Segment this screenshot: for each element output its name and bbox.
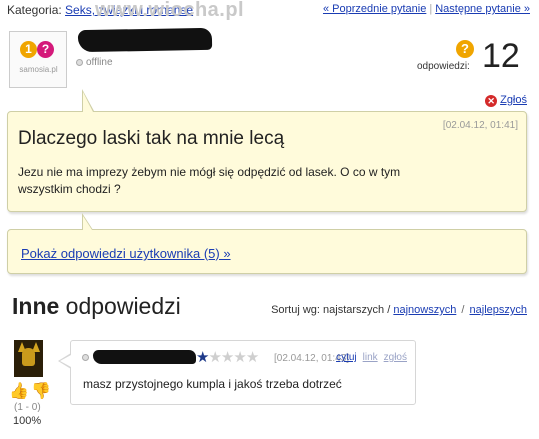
star-icon[interactable]: ★ <box>233 349 246 366</box>
star-icon[interactable]: ★ <box>246 349 259 366</box>
star-icon[interactable]: ★ <box>208 349 221 366</box>
answer-text: masz przystojnego kumpla i jakoś trzeba … <box>83 377 342 391</box>
report-answer-link[interactable]: zgłoś <box>384 352 407 363</box>
other-answers-heading: Inne odpowiedzi <box>12 293 181 320</box>
star-icon[interactable]: ★ <box>221 349 234 366</box>
cite-link[interactable]: cytuj <box>336 352 357 363</box>
report-icon: ✕ <box>485 95 498 107</box>
sort-best-link[interactable]: najlepszych <box>470 304 527 316</box>
nav-separator: | <box>429 3 433 15</box>
status-label: offline <box>86 57 113 68</box>
sort-label: Sortuj wg: najstarszych / <box>271 304 391 316</box>
star-icon[interactable]: ★ <box>196 349 209 366</box>
prev-question-link[interactable]: « Poprzednie pytanie <box>323 3 426 15</box>
vote-percent: 100% <box>13 415 42 427</box>
answer-tail-fill <box>60 355 71 367</box>
user-answers-box: Pokaż odpowiedzi użytkownika (5) » <box>7 229 527 274</box>
status-dot-icon <box>76 59 83 66</box>
answerer-avatar[interactable] <box>14 340 43 377</box>
redacted-username <box>77 27 213 53</box>
category-label: Kategoria: <box>7 3 62 17</box>
sort-bar: Sortuj wg: najstarszych / najnowszych / … <box>271 304 527 316</box>
vote-tally: (1 - 0) <box>14 402 41 413</box>
answers-count: 12 <box>482 37 520 75</box>
user-status: offline <box>76 57 113 68</box>
asker-avatar[interactable]: 1 ? samosia.pl <box>9 31 67 88</box>
question-nav: « Poprzednie pytanie | Następne pytanie » <box>323 3 530 15</box>
question-box-tail-fill <box>83 92 93 112</box>
heading-rest: odpowiedzi <box>59 293 181 319</box>
logo-bubble-2: ? <box>37 41 54 58</box>
watermark: www.wiocha.pl <box>95 0 245 21</box>
answer-status-dot-icon <box>82 354 89 361</box>
thumbs-down-icon[interactable]: 👎 <box>31 381 51 401</box>
answer-rating: ★★★★★ <box>196 348 259 366</box>
avatar-logo: 1 ? samosia.pl <box>16 39 61 81</box>
question-box: Dlaczego laski tak na mnie lecą [02.04.1… <box>7 111 527 212</box>
thumbs-up-icon[interactable]: 👍 <box>9 381 29 401</box>
question-body: Jezu nie ma imprezy żebym nie mógł się o… <box>18 165 401 196</box>
question-title: Dlaczego laski tak na mnie lecą <box>18 128 285 149</box>
redacted-answerer-name <box>93 350 196 364</box>
show-user-answers-link[interactable]: Pokaż odpowiedzi użytkownika (5) » <box>21 246 231 261</box>
question-date: [02.04.12, 01:41] <box>442 120 518 131</box>
question-mark-icon: ? <box>456 40 474 58</box>
answer-box: ★★★★★ [02.04.12, 01:43] cytuj link zgłoś m… <box>70 340 416 405</box>
avatar-face <box>22 348 35 366</box>
report-link[interactable]: Zgłoś <box>500 94 527 106</box>
next-question-link[interactable]: Następne pytanie » <box>435 3 530 15</box>
answer-actions: cytuj link zgłoś <box>336 352 407 363</box>
vote-buttons: 👍 👎 <box>7 381 51 401</box>
sort-separator: / <box>461 304 465 316</box>
permalink-link[interactable]: link <box>363 352 378 363</box>
answers-count-label: odpowiedzi: <box>417 61 470 72</box>
user-answers-tail-fill <box>83 216 92 230</box>
logo-bubble-1: 1 <box>20 41 37 58</box>
heading-bold: Inne <box>12 293 60 319</box>
sort-newest-link[interactable]: najnowszych <box>393 304 456 316</box>
report-question[interactable]: ✕ Zgłoś <box>485 94 527 107</box>
avatar-caption: samosia.pl <box>19 65 58 74</box>
top-bar: Kategoria: Seks, związki i romanse www.w… <box>7 0 532 21</box>
